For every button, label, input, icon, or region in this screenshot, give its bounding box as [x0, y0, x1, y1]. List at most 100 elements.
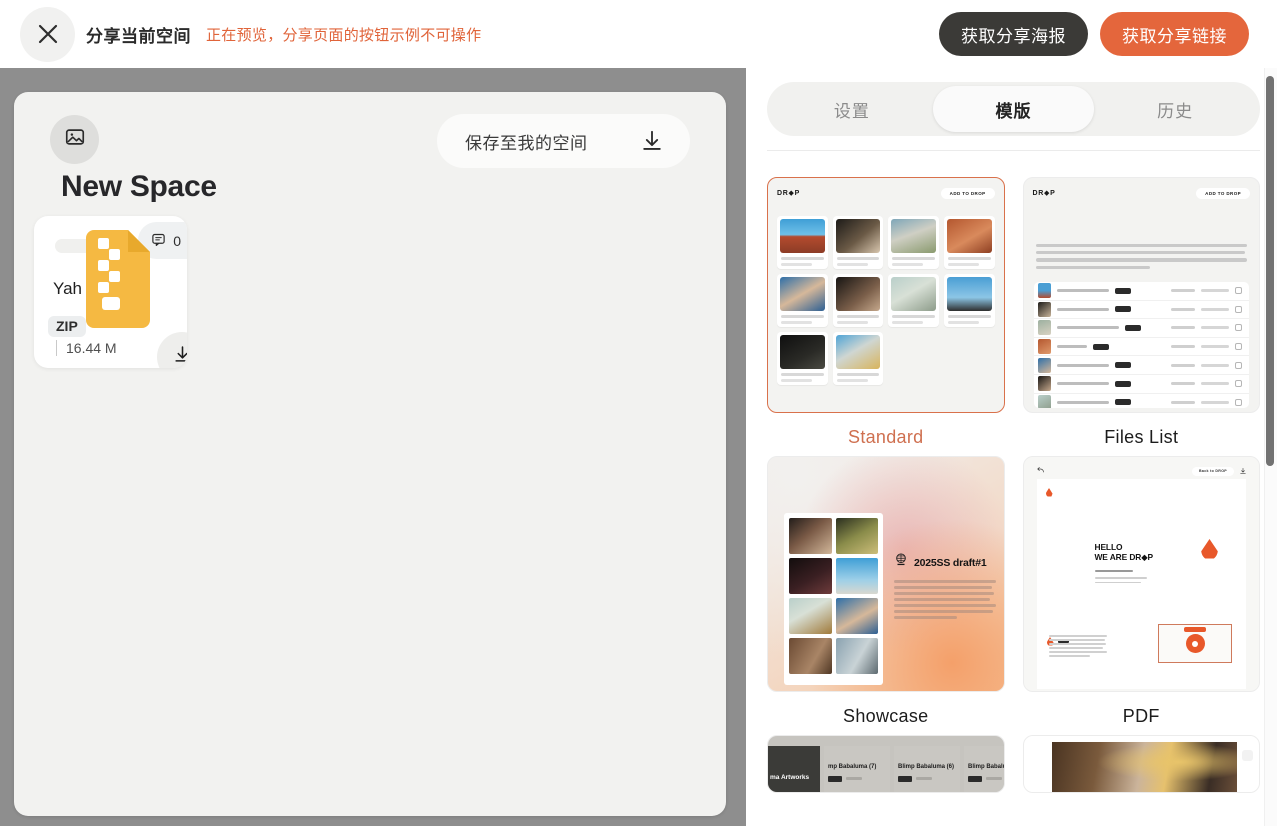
- dialog-body: New Space 保存至我的空间 Yah ZIP 16.44 M 0 设置 模…: [0, 68, 1280, 826]
- preview-warning-text: 正在预览，分享页面的按钮示例不可操作: [206, 26, 482, 44]
- download-icon: [172, 344, 187, 368]
- template-card-showcase[interactable]: 2025SS draft#1 Showcase: [767, 456, 1005, 727]
- get-share-link-button[interactable]: 获取分享链接: [1100, 12, 1249, 56]
- get-share-poster-button[interactable]: 获取分享海报: [939, 12, 1088, 56]
- artworks-item-card: mp Babaluma (7): [824, 746, 890, 792]
- template-list-scroll-area[interactable]: DR◆P ADD TO DROP Standard DR◆P ADD TO DR…: [746, 151, 1280, 826]
- template-thumbnail-artworks: ma Artworks mp Babaluma (7) Blimp Babalu…: [767, 735, 1005, 793]
- template-card-standard[interactable]: DR◆P ADD TO DROP Standard: [767, 177, 1005, 448]
- thumb-header: DR◆P ADD TO DROP: [1024, 178, 1260, 208]
- share-space-dialog: 分享当前空间 正在预览，分享页面的按钮示例不可操作 获取分享海报 获取分享链接: [0, 0, 1280, 826]
- thumb-grid-cell: [777, 216, 828, 269]
- tab-templates[interactable]: 模版: [932, 86, 1095, 132]
- drop-bullet-icon: [1045, 488, 1053, 497]
- thumb-file-row: [1033, 375, 1249, 394]
- template-card-files-list[interactable]: DR◆P ADD TO DROP Files List: [1022, 177, 1260, 448]
- preview-stage: New Space 保存至我的空间 Yah ZIP 16.44 M 0: [0, 68, 746, 826]
- pdf-heading-line-2: WE ARE DR◆P: [1094, 551, 1154, 562]
- space-title: New Space: [61, 170, 217, 203]
- thumb-grid-cell: [832, 216, 884, 269]
- top-bar: 分享当前空间 正在预览，分享页面的按钮示例不可操作 获取分享海报 获取分享链接: [0, 0, 1280, 68]
- drop-logo: DR◆P: [1032, 190, 1056, 197]
- showcase-description: [894, 580, 996, 619]
- pdf-back-to-drop-button: Back to DROP: [1192, 466, 1234, 476]
- save-to-my-space-label: 保存至我的空间: [465, 133, 588, 153]
- showcase-image-grid: [784, 513, 883, 685]
- close-button[interactable]: [20, 6, 75, 62]
- pdf-toolbar: Back to DROP: [1031, 464, 1253, 478]
- template-card-artworks[interactable]: ma Artworks mp Babaluma (7) Blimp Babalu…: [767, 735, 1005, 793]
- tab-history[interactable]: 历史: [1094, 86, 1256, 132]
- photo-download-button: [1242, 750, 1253, 761]
- thumb-file-row: [1033, 356, 1249, 375]
- back-arrow-icon: [1036, 462, 1045, 480]
- drop-logo: DR◆P: [777, 190, 800, 197]
- thumb-file-rows: [1033, 282, 1250, 408]
- template-card-photo[interactable]: [1022, 735, 1260, 793]
- panel-scrollbar-thumb[interactable]: [1266, 76, 1274, 466]
- add-to-drop-button: ADD TO DROP: [940, 187, 995, 199]
- showcase-title-block: 2025SS draft#1: [894, 553, 996, 622]
- thumb-file-row: [1033, 338, 1249, 357]
- thumb-grid-cell: [832, 332, 884, 385]
- template-thumbnail-pdf: Back to DROP HELLO WE ARE DR◆P: [1022, 456, 1260, 692]
- thumb-grid-cell: [832, 274, 884, 327]
- pdf-page: HELLO WE ARE DR◆P: [1036, 479, 1246, 689]
- artworks-item-title: Blimp Babaluma (6): [898, 764, 955, 770]
- comment-count-chip[interactable]: 0: [138, 222, 187, 259]
- artworks-item-card: Blimp Babaluma (6): [894, 746, 960, 792]
- download-icon: [1239, 462, 1247, 480]
- artworks-dark-column: ma Artworks: [768, 746, 820, 792]
- thumb-file-row: [1033, 301, 1249, 320]
- file-size: 16.44 M: [56, 340, 117, 356]
- file-card-placeholder-bar: [55, 239, 127, 253]
- artworks-title: ma Artworks: [770, 774, 810, 781]
- pdf-stamp-icon: [1184, 627, 1206, 653]
- add-to-drop-button: ADD TO DROP: [1196, 187, 1250, 199]
- template-thumbnail-files-list: DR◆P ADD TO DROP: [1022, 177, 1260, 413]
- thumb-grid-cell: [777, 274, 828, 327]
- brand-mark-icon: [894, 553, 908, 572]
- thumb-grid-cell: [777, 332, 828, 385]
- space-avatar: [50, 115, 99, 164]
- template-label-standard: Standard: [848, 427, 924, 447]
- panel-header: 设置 模版 历史: [746, 68, 1280, 151]
- showcase-title: 2025SS draft#1: [914, 556, 987, 569]
- tab-settings[interactable]: 设置: [771, 86, 933, 132]
- thumb-image-grid: [777, 216, 995, 385]
- thumb-grid-cell: [888, 274, 939, 327]
- template-card-pdf[interactable]: Back to DROP HELLO WE ARE DR◆P PDF: [1022, 456, 1260, 727]
- template-thumbnail-photo: [1022, 735, 1260, 793]
- template-label-pdf: PDF: [1122, 706, 1160, 726]
- panel-scrollbar-track[interactable]: [1264, 68, 1277, 826]
- photo-hero-image: [1051, 742, 1237, 792]
- comment-icon: [151, 232, 166, 250]
- file-type-badge: ZIP: [48, 316, 86, 337]
- thumb-grid-cell: [888, 216, 939, 269]
- artworks-item-card: Blimp Babaluma (: [964, 746, 1004, 792]
- drop-logo-icon: [1201, 539, 1218, 559]
- close-icon: [34, 20, 62, 48]
- artworks-item-title: mp Babaluma (7): [828, 764, 877, 770]
- showcase-title-row: 2025SS draft#1: [894, 553, 996, 572]
- pdf-body-text: [1048, 635, 1107, 659]
- file-card[interactable]: Yah ZIP 16.44 M 0: [34, 216, 187, 368]
- thumb-file-row: [1034, 394, 1250, 408]
- download-icon: [639, 128, 665, 154]
- thumb-file-row: [1033, 319, 1249, 338]
- dialog-title: 分享当前空间: [86, 26, 191, 46]
- template-grid: DR◆P ADD TO DROP Standard DR◆P ADD TO DR…: [767, 151, 1260, 793]
- pdf-heading-block: HELLO WE ARE DR◆P: [1094, 542, 1154, 584]
- template-label-files-list: Files List: [1104, 427, 1179, 447]
- comment-count: 0: [173, 232, 181, 249]
- share-settings-panel: 设置 模版 历史 DR◆P ADD TO DROP Standard DR◆P …: [746, 68, 1280, 826]
- save-to-my-space-button[interactable]: 保存至我的空间: [437, 114, 690, 168]
- image-placeholder-icon: [64, 126, 86, 153]
- thumb-grid-cell: [943, 274, 995, 327]
- thumb-file-row: [1033, 282, 1249, 301]
- share-page-preview: New Space 保存至我的空间 Yah ZIP 16.44 M 0: [14, 92, 726, 816]
- file-name: Yah: [53, 279, 82, 298]
- thumb-description-text: [1035, 244, 1247, 273]
- template-thumbnail-showcase: 2025SS draft#1: [767, 456, 1005, 692]
- file-download-button[interactable]: [157, 332, 187, 368]
